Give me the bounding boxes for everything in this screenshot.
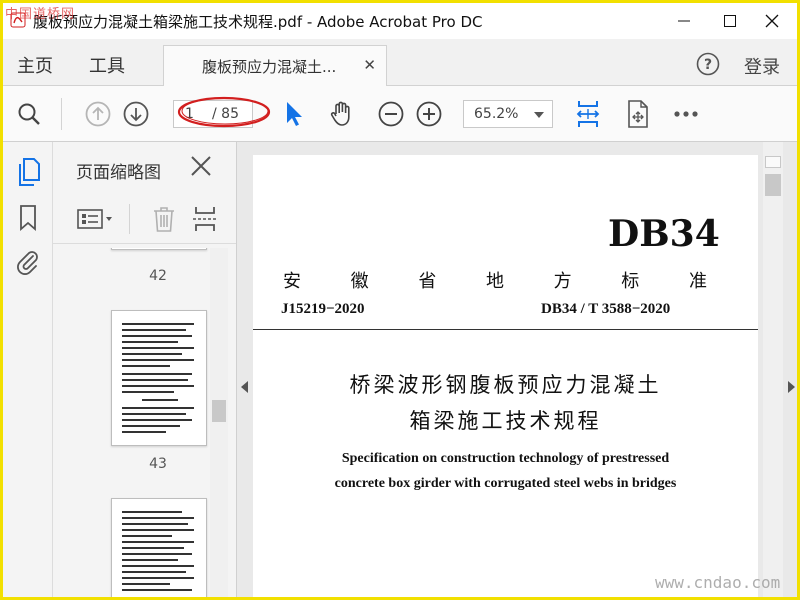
- page-split-icon: [193, 207, 217, 231]
- trash-icon: [154, 207, 174, 232]
- zoom-in-button[interactable]: [415, 86, 443, 142]
- delete-page-button[interactable]: [149, 194, 179, 244]
- attachments-button[interactable]: [3, 242, 53, 282]
- maximize-icon: [724, 15, 736, 27]
- thumbnail-page-43[interactable]: [111, 498, 207, 597]
- title-cn-line1: 桥梁波形钢腹板预应力混凝土: [349, 373, 662, 397]
- toolbar: 1 / 85 65.2%: [3, 86, 797, 142]
- zoom-select[interactable]: 65.2%: [463, 100, 553, 128]
- thumbnail-toolbar: [53, 194, 236, 244]
- maximize-button[interactable]: [707, 3, 753, 39]
- province-char: 准: [688, 271, 707, 292]
- svg-text:?: ?: [704, 57, 712, 73]
- list-options-icon: [77, 209, 112, 229]
- title-bar: 腹板预应力混凝土箱梁施工技术规程.pdf - Adobe Acrobat Pro…: [3, 3, 797, 39]
- cursor-arrow-icon: [287, 102, 302, 126]
- close-panel-icon[interactable]: [189, 154, 213, 178]
- paperclip-icon: [17, 251, 38, 275]
- watermark-logo: 中国道桥网: [5, 7, 76, 22]
- title-en-line1: Specification on construction technology…: [341, 451, 670, 466]
- page-rotate-icon: [628, 100, 648, 128]
- pages-icon: [19, 158, 40, 186]
- record-number: J15219−2020: [281, 301, 365, 317]
- scroll-up-arrow[interactable]: [765, 156, 781, 168]
- thumbnail-list: 42 43: [53, 248, 211, 597]
- prev-page-button[interactable]: [83, 86, 113, 142]
- title-cn-line2: 箱梁施工技术规程: [409, 409, 602, 433]
- toolbar-divider: [61, 98, 62, 130]
- province-char: 方: [553, 271, 572, 292]
- annotation-ellipse: [177, 96, 271, 128]
- select-tool-button[interactable]: [281, 86, 307, 142]
- document-tab-label: 腹板预应力混凝土...: [202, 58, 337, 76]
- chevron-down-icon: [534, 112, 544, 118]
- province-char: 地: [485, 271, 504, 292]
- watermark-url: www.cndao.com: [655, 573, 781, 592]
- document-scrollbar[interactable]: [763, 142, 783, 597]
- close-window-button[interactable]: [749, 3, 795, 39]
- province-char: 标: [621, 271, 640, 292]
- title-en-line2: concrete box girder with corrugated stee…: [334, 476, 677, 491]
- header-rule: [253, 329, 758, 330]
- rotate-page-button[interactable]: [623, 86, 653, 142]
- minimize-button[interactable]: [661, 3, 707, 39]
- page-thumbnails-button[interactable]: [3, 152, 53, 192]
- fit-width-button[interactable]: [573, 86, 603, 142]
- help-icon[interactable]: ?: [696, 52, 720, 76]
- login-button[interactable]: 登录: [744, 53, 780, 79]
- hand-icon: [330, 101, 350, 126]
- thumbnail-page-42[interactable]: [111, 310, 207, 446]
- thumbnails-panel: 页面缩略图 42 43: [53, 142, 236, 597]
- collapse-right-icon[interactable]: [788, 381, 795, 393]
- thumbnail-page-number: 43: [149, 456, 167, 472]
- search-button[interactable]: [13, 86, 45, 142]
- province-char: 安: [283, 271, 301, 292]
- more-icon: [674, 111, 698, 117]
- extract-page-button[interactable]: [189, 194, 221, 244]
- nav-home[interactable]: 主页: [17, 52, 53, 78]
- province-char: 徽: [350, 271, 369, 292]
- close-icon: [765, 14, 779, 28]
- more-tools-button[interactable]: [669, 86, 703, 142]
- minimize-icon: [678, 20, 690, 22]
- scroll-thumb[interactable]: [212, 400, 226, 422]
- app-window: 腹板预应力混凝土箱梁施工技术规程.pdf - Adobe Acrobat Pro…: [0, 0, 800, 600]
- document-tab[interactable]: 腹板预应力混凝土... ✕: [163, 45, 387, 87]
- thumbnail-scrollbar[interactable]: [210, 248, 228, 597]
- collapse-left-icon[interactable]: [241, 381, 248, 393]
- left-nav-rail: [3, 142, 53, 597]
- scroll-thumb[interactable]: [765, 174, 781, 196]
- bookmarks-button[interactable]: [3, 198, 53, 238]
- window-title: 腹板预应力混凝土箱梁施工技术规程.pdf - Adobe Acrobat Pro…: [33, 13, 483, 31]
- thumbnail-options-button[interactable]: [75, 194, 117, 244]
- search-icon: [18, 103, 40, 125]
- standard-type-row: 安 徽 省 地 方 标 准: [283, 267, 707, 293]
- fit-width-icon: [576, 101, 600, 127]
- thumbnail-page-number: 42: [149, 268, 167, 284]
- thumbnail-page-41[interactable]: [111, 248, 207, 250]
- province-char: 省: [418, 271, 437, 292]
- panel-divider: [129, 204, 130, 234]
- panel-title: 页面缩略图: [76, 163, 161, 183]
- arrow-down-circle-icon: [123, 101, 149, 127]
- bookmark-icon: [20, 205, 36, 231]
- standard-number: DB34 / T 3588−2020: [541, 301, 671, 317]
- next-page-button[interactable]: [121, 86, 151, 142]
- zoom-out-icon: [378, 101, 404, 127]
- standard-code-large: DB34: [608, 213, 720, 255]
- zoom-out-button[interactable]: [377, 86, 405, 142]
- pdf-page: DB34 安 徽 省 地 方 标 准 J15219−2020 DB34 / T …: [253, 155, 758, 597]
- tab-close-icon[interactable]: ✕: [363, 56, 376, 74]
- zoom-in-icon: [416, 101, 442, 127]
- zoom-value: 65.2%: [474, 106, 519, 122]
- tab-bar: 主页 工具 腹板预应力混凝土... ✕ ? 登录: [3, 39, 797, 87]
- arrow-up-circle-icon: [85, 101, 111, 127]
- hand-tool-button[interactable]: [327, 86, 357, 142]
- nav-tools[interactable]: 工具: [89, 52, 125, 78]
